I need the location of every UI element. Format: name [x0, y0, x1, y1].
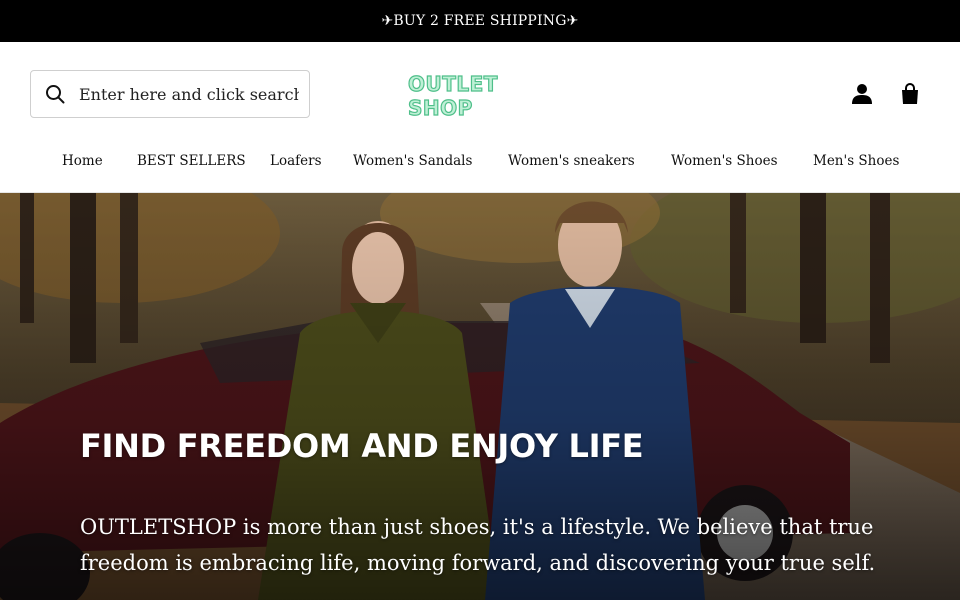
- main-navigation: Home BEST SELLERS Loafers Women's Sandal…: [0, 150, 960, 174]
- nav-item-womens-sneakers[interactable]: Women's sneakers: [508, 150, 635, 172]
- nav-item-home[interactable]: Home: [62, 150, 103, 172]
- hero-description: OUTLETSHOP is more than just shoes, it's…: [80, 515, 876, 575]
- search-icon[interactable]: [45, 84, 65, 104]
- nav-item-womens-sandals[interactable]: Women's Sandals: [353, 150, 472, 172]
- search-bar[interactable]: [30, 70, 310, 118]
- nav-item-best-sellers[interactable]: BEST SELLERS: [137, 150, 246, 172]
- user-icon[interactable]: [850, 82, 874, 106]
- nav-item-mens-shoes[interactable]: Men's Shoes: [813, 150, 899, 172]
- announcement-bar: ✈BUY 2 FREE SHIPPING✈: [0, 0, 960, 42]
- nav-item-loafers[interactable]: Loafers: [270, 150, 322, 172]
- site-logo[interactable]: OUTLET SHOP: [407, 71, 553, 120]
- hero-title: FIND FREEDOM AND ENJOY LIFE: [80, 427, 644, 465]
- announcement-text: ✈BUY 2 FREE SHIPPING✈: [381, 13, 579, 29]
- nav-item-womens-shoes[interactable]: Women's Shoes: [671, 150, 778, 172]
- shopping-bag-icon[interactable]: [898, 82, 922, 106]
- site-header: OUTLET SHOP Home BEST SELLERS Loafers Wo…: [0, 42, 960, 193]
- search-input[interactable]: [79, 84, 299, 104]
- hero-banner: FIND FREEDOM AND ENJOY LIFE OUTLETSHOP i…: [0, 193, 960, 600]
- logo-text: OUTLET SHOP: [407, 71, 498, 120]
